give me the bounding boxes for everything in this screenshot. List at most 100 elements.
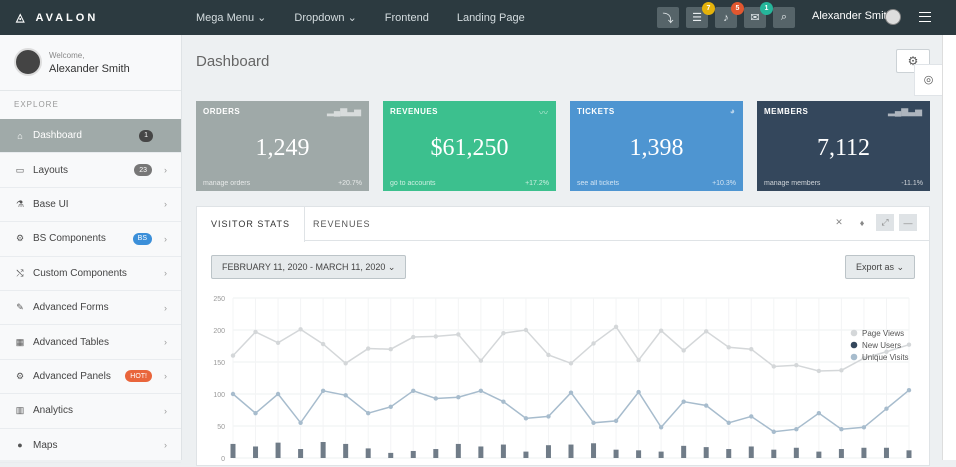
new-users-bar [748,446,754,458]
hamburger-icon[interactable] [919,12,931,22]
notifications-badge: 5 [731,2,744,15]
tab-visitor-stats[interactable]: VISITOR STATS [197,207,306,242]
sidebar-item-maps[interactable]: ● Maps › [0,429,181,463]
sidebar-item-custom-components[interactable]: ⤭ Custom Components › [0,257,181,291]
tile-footer-link[interactable]: go to accounts [390,180,436,187]
new-users-bar [636,450,642,458]
legend-label: New Users [862,341,901,350]
legend-marker [850,341,858,349]
data-point [275,340,281,345]
legend-label: Unique Visits [862,353,909,362]
scrollbar[interactable] [942,35,956,460]
sidebar-item-label: Maps [33,439,58,451]
messages-badge: 7 [702,2,715,15]
tile-change: -11.1% [901,180,923,187]
data-point [523,327,529,333]
sidebar-item-dashboard[interactable]: ⌂ Dashboard 1 [0,119,181,154]
tile-value: 1,398 [629,135,684,161]
sidebar-item-layouts[interactable]: ▭ Layouts 23 › [0,153,181,188]
sidebar-item-analytics[interactable]: ▥ Analytics › [0,394,181,429]
brand-logo[interactable]: ◬ AVALON [16,11,98,25]
data-point [839,368,844,373]
search-button[interactable]: ⌕ [773,7,795,28]
new-users-bar [861,447,867,458]
main-content: Dashboard ⚙ ORDERS ▂▄▆▃▅ 1,249 manage order… [182,35,956,466]
mail-button[interactable]: ✉ 1 [744,2,773,28]
data-point [298,327,303,332]
user-name[interactable]: Alexander Smith [812,10,893,22]
nav-dropdown[interactable]: Dropdown ⌄ [294,11,356,24]
tile-footer-link[interactable]: manage orders [203,180,250,187]
messages-button[interactable]: ☰ 7 [686,2,715,28]
chevron-right-icon: › [164,371,167,382]
droplet-icon[interactable]: ♦ [853,214,871,231]
tile-footer-link[interactable]: manage members [764,180,820,187]
data-point [681,399,686,404]
y-tick-label: 250 [213,296,225,303]
chevron-right-icon: › [164,233,167,244]
stat-tile-tickets[interactable]: TICKETS ◕ 1,398 see all tickets +10.3% [570,101,743,191]
sidebar-item-advanced-panels[interactable]: ⚙ Advanced Panels HOT! › [0,360,181,395]
new-users-bar [591,443,597,458]
welcome-text: Welcome, [49,51,85,60]
export-button[interactable]: Export as ⌄ [844,255,915,279]
new-users-bar [703,447,709,458]
y-tick-label: 50 [217,424,225,431]
sidebar-item-label: Custom Components [33,267,127,279]
data-point [478,388,484,393]
gear-icon: ⚙ [15,370,25,381]
data-point [478,358,484,363]
chevron-right-icon: › [164,199,167,210]
sidebar-item-label: Advanced Tables [33,336,109,348]
profile-name: Alexander Smith [49,63,130,75]
avatar[interactable] [885,9,901,25]
tile-change: +20.7% [338,180,362,187]
data-point [230,353,236,358]
random-icon: ⤭ [16,267,24,278]
nav-landing-page[interactable]: Landing Page [457,12,525,24]
tab-revenues[interactable]: REVENUES [299,207,385,241]
new-users-bar [658,451,664,458]
minimize-icon[interactable]: — [899,214,917,231]
stat-tile-members[interactable]: MEMBERS ▂▄▆▃▅ 7,112 manage members -11.1% [757,101,930,191]
nav-mega-menu[interactable]: Mega Menu ⌄ [196,11,266,24]
new-users-bar [275,442,281,458]
search-icon: ⌕ [780,11,788,23]
chevron-right-icon: › [164,302,167,313]
new-users-bar [388,452,394,458]
expand-icon[interactable]: ⤢ [876,214,894,231]
new-users-bar [883,447,889,458]
new-users-bar [478,446,484,458]
data-point [906,387,912,393]
data-point [366,411,371,416]
sidebar-item-advanced-forms[interactable]: ✎ Advanced Forms › [0,291,181,326]
data-point [749,347,754,352]
sidebar-item-label: Advanced Forms [33,302,109,314]
stat-tile-orders[interactable]: ORDERS ▂▄▆▃▅ 1,249 manage orders +20.7% [196,101,369,191]
data-point [456,332,461,337]
date-range-picker[interactable]: FEBRUARY 11, 2020 - MARCH 11, 2020 ⌄ [211,255,407,279]
sidebar-item-bs-components[interactable]: ⚙ BS Components BS › [0,222,181,257]
tile-footer-link[interactable]: see all tickets [577,180,619,187]
table-icon: ▦ [15,336,25,347]
new-users-bar [253,446,259,458]
sidebar-badge: HOT! [125,370,152,383]
stat-tile-revenues[interactable]: REVENUES 〰 $61,250 go to accounts +17.2% [383,101,556,191]
section-header: EXPLORE [14,100,59,109]
sidebar-item-advanced-tables[interactable]: ▦ Advanced Tables › [0,325,181,360]
data-point [704,403,709,408]
close-icon[interactable]: ✕ [830,214,848,231]
pin-button[interactable]: ⤵ [657,7,679,28]
new-users-bar [726,449,732,458]
sidebar: Welcome, Alexander Smith EXPLORE ⌂ Dashbo… [0,35,182,463]
tile-icon: ▂▄▆▃▅ [887,106,922,116]
notifications-button[interactable]: ♪ 5 [715,2,744,28]
theme-settings-toggle[interactable]: ◎ [914,64,943,96]
sidebar-item-label: Analytics [33,405,74,417]
data-point [523,416,529,421]
data-point [298,420,303,425]
y-tick-label: 200 [213,328,225,335]
data-point [794,363,799,368]
sidebar-item-base-ui[interactable]: ⚗ Base UI › [0,188,181,223]
nav-frontend[interactable]: Frontend [385,12,429,24]
